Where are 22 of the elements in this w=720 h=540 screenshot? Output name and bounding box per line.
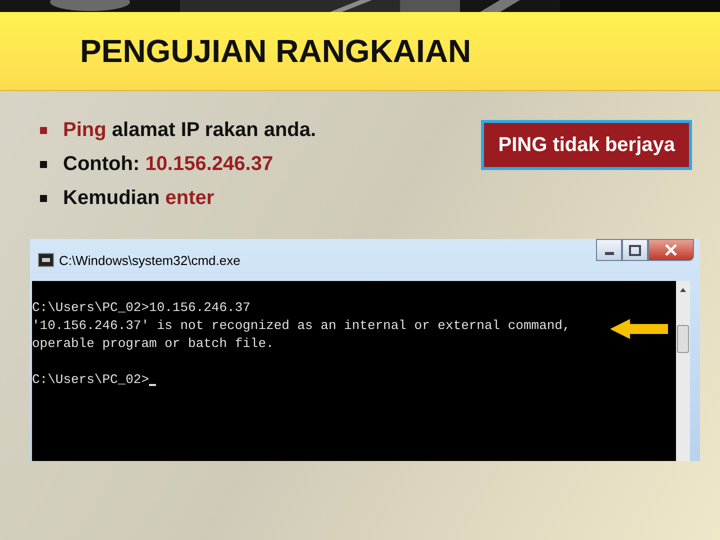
scrollbar[interactable] bbox=[676, 281, 690, 461]
close-icon bbox=[664, 244, 678, 256]
console-line: C:\Users\PC_02>10.156.246.37 bbox=[32, 299, 250, 317]
close-button[interactable] bbox=[648, 239, 694, 261]
console-icon bbox=[38, 253, 54, 267]
bullet-text: Contoh: 10.156.246.37 bbox=[63, 152, 274, 176]
bullet-icon bbox=[40, 126, 47, 134]
bullet-text: Ping alamat IP rakan anda. bbox=[63, 118, 316, 142]
minimize-button[interactable] bbox=[596, 239, 622, 261]
cursor bbox=[149, 384, 156, 386]
slide-title: PENGUJIAN RANGKAIAN bbox=[80, 32, 472, 70]
arrow-icon bbox=[610, 318, 668, 340]
window-title: C:\Windows\system32\cmd.exe bbox=[59, 252, 240, 268]
bullet-text: Kemudian enter bbox=[63, 186, 214, 210]
console-line: operable program or batch file. bbox=[32, 335, 274, 353]
bullet-icon bbox=[40, 160, 47, 168]
bullet-icon bbox=[40, 194, 47, 202]
console-line: C:\Users\PC_02> bbox=[32, 371, 150, 389]
console-line: '10.156.246.37' is not recognized as an internal or external command, bbox=[32, 317, 570, 335]
scroll-thumb[interactable] bbox=[677, 325, 689, 353]
callout: PING tidak berjaya bbox=[481, 120, 692, 170]
maximize-button[interactable] bbox=[622, 239, 648, 261]
